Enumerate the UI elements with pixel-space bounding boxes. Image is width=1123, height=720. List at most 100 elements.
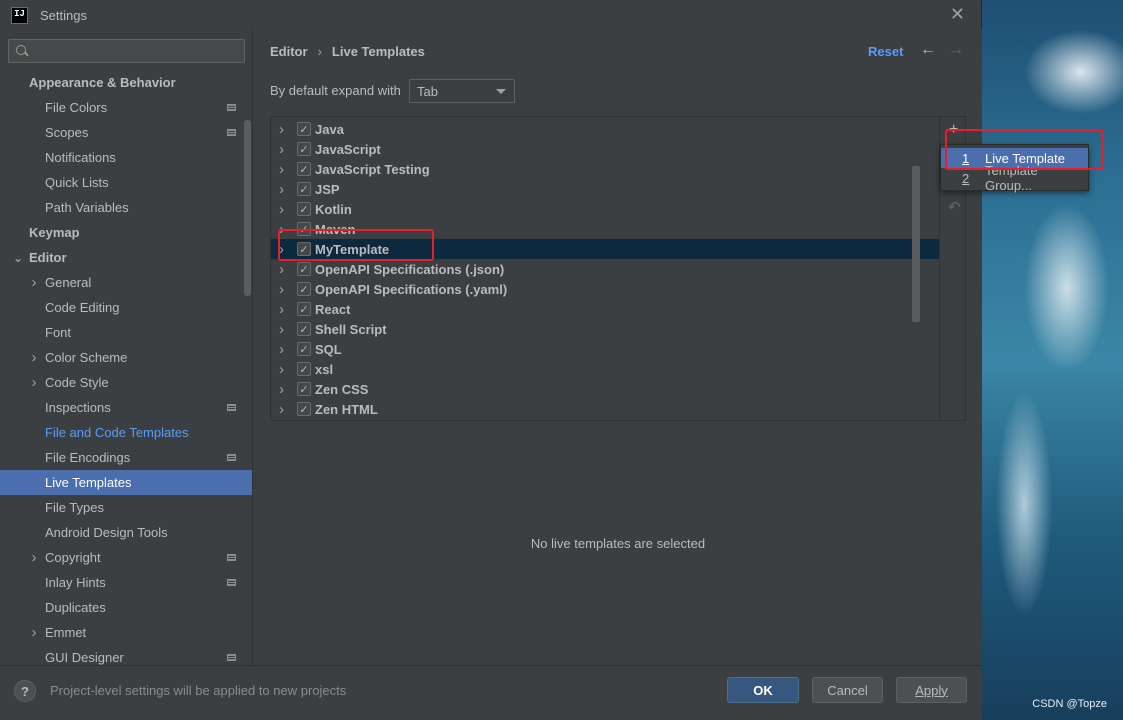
- sidebar-item-label: Scopes: [45, 125, 89, 140]
- chevron-right-icon[interactable]: ›: [279, 321, 284, 338]
- sidebar-item-label: Inspections: [45, 400, 111, 415]
- reset-link[interactable]: Reset: [868, 44, 903, 59]
- template-group-row[interactable]: › ✓ OpenAPI Specifications (.yaml): [271, 279, 939, 299]
- group-enabled-checkbox[interactable]: ✓: [297, 382, 311, 396]
- sidebar-item-label: Color Scheme: [45, 350, 128, 365]
- sidebar-item-file-and-code-templates[interactable]: File and Code Templates: [0, 420, 252, 445]
- template-group-row[interactable]: › ✓ Kotlin: [271, 199, 939, 219]
- chevron-right-icon[interactable]: ›: [279, 161, 284, 178]
- sidebar-item-gui-designer[interactable]: GUI Designer: [0, 645, 252, 665]
- chevron-right-icon[interactable]: ›: [279, 401, 284, 418]
- sidebar-item-file-types[interactable]: File Types: [0, 495, 252, 520]
- template-group-name: JSP: [315, 181, 340, 197]
- sidebar-item-file-colors[interactable]: File Colors: [0, 95, 252, 120]
- sidebar-item-editor[interactable]: ⌄ Editor: [0, 245, 252, 270]
- sidebar-item-notifications[interactable]: Notifications: [0, 145, 252, 170]
- group-enabled-checkbox[interactable]: ✓: [297, 262, 311, 276]
- sidebar-item-duplicates[interactable]: Duplicates: [0, 595, 252, 620]
- restore-defaults-icon[interactable]: ↶: [948, 198, 961, 216]
- group-enabled-checkbox[interactable]: ✓: [297, 402, 311, 416]
- template-group-row[interactable]: › ✓ Shell Script: [271, 319, 939, 339]
- sidebar-item-appearance-behavior[interactable]: Appearance & Behavior: [0, 70, 252, 95]
- sidebar-item-label: Android Design Tools: [45, 525, 168, 540]
- sidebar-item-inspections[interactable]: Inspections: [0, 395, 252, 420]
- sidebar-item-general[interactable]: › General: [0, 270, 252, 295]
- apply-button[interactable]: Apply: [896, 677, 967, 703]
- back-arrow-icon[interactable]: ←: [920, 41, 936, 59]
- chevron-right-icon[interactable]: ›: [28, 274, 40, 291]
- sidebar-item-color-scheme[interactable]: › Color Scheme: [0, 345, 252, 370]
- chevron-right-icon[interactable]: ›: [279, 181, 284, 198]
- template-group-name: React: [315, 301, 351, 317]
- chevron-right-icon[interactable]: ›: [28, 624, 40, 641]
- group-enabled-checkbox[interactable]: ✓: [297, 122, 311, 136]
- search-input[interactable]: [33, 43, 233, 59]
- group-enabled-checkbox[interactable]: ✓: [297, 202, 311, 216]
- chevron-right-icon[interactable]: ›: [28, 374, 40, 391]
- breadcrumb-parent[interactable]: Editor: [270, 44, 308, 59]
- sidebar-item-live-templates[interactable]: Live Templates: [0, 470, 252, 495]
- template-group-name: SQL: [315, 341, 342, 357]
- sidebar-item-file-encodings[interactable]: File Encodings: [0, 445, 252, 470]
- template-group-row[interactable]: › ✓ JSP: [271, 179, 939, 199]
- chevron-right-icon[interactable]: ›: [28, 549, 40, 566]
- group-enabled-checkbox[interactable]: ✓: [297, 342, 311, 356]
- sidebar-item-emmet[interactable]: › Emmet: [0, 620, 252, 645]
- chevron-right-icon[interactable]: ›: [279, 341, 284, 358]
- chevron-right-icon[interactable]: ›: [279, 261, 284, 278]
- settings-search[interactable]: [8, 39, 245, 63]
- chevron-right-icon[interactable]: ›: [279, 381, 284, 398]
- help-icon[interactable]: ?: [14, 680, 36, 702]
- close-icon[interactable]: ✕: [950, 4, 965, 25]
- cancel-button[interactable]: Cancel: [812, 677, 883, 703]
- template-group-row[interactable]: › ✓ Zen HTML: [271, 399, 939, 419]
- sidebar-item-code-editing[interactable]: Code Editing: [0, 295, 252, 320]
- group-enabled-checkbox[interactable]: ✓: [297, 142, 311, 156]
- project-settings-hint: Project-level settings will be applied t…: [50, 683, 347, 698]
- chevron-right-icon[interactable]: ›: [279, 281, 284, 298]
- template-group-row[interactable]: › ✓ SQL: [271, 339, 939, 359]
- intellij-app-icon: IJ: [11, 6, 28, 24]
- search-icon: [15, 44, 29, 58]
- template-group-row[interactable]: › ✓ React: [271, 299, 939, 319]
- settings-tree: Appearance & Behavior File Colors Scopes No…: [0, 70, 252, 665]
- template-group-row[interactable]: › ✓ OpenAPI Specifications (.json): [271, 259, 939, 279]
- chevron-right-icon[interactable]: ›: [28, 349, 40, 366]
- group-enabled-checkbox[interactable]: ✓: [297, 162, 311, 176]
- expand-with-value: Tab: [417, 83, 438, 99]
- popup-item-template-group[interactable]: 2 Template Group...: [941, 163, 1088, 193]
- ok-button[interactable]: OK: [727, 677, 799, 703]
- expand-with-select[interactable]: Tab: [409, 79, 515, 103]
- template-group-row[interactable]: › ✓ JavaScript: [271, 139, 939, 159]
- chevron-right-icon[interactable]: ›: [279, 141, 284, 158]
- sidebar-item-android-design-tools[interactable]: Android Design Tools: [0, 520, 252, 545]
- group-enabled-checkbox[interactable]: ✓: [297, 362, 311, 376]
- chevron-right-icon[interactable]: ›: [279, 361, 284, 378]
- project-scope-icon: [227, 579, 236, 586]
- sidebar-item-copyright[interactable]: › Copyright: [0, 545, 252, 570]
- template-group-row[interactable]: › ✓ xsl: [271, 359, 939, 379]
- sidebar-item-code-style[interactable]: › Code Style: [0, 370, 252, 395]
- chevron-right-icon[interactable]: ›: [279, 121, 284, 138]
- chevron-right-icon[interactable]: ›: [279, 301, 284, 318]
- template-group-row[interactable]: › ✓ JavaScript Testing: [271, 159, 939, 179]
- group-enabled-checkbox[interactable]: ✓: [297, 302, 311, 316]
- sidebar-item-label: General: [45, 275, 92, 290]
- list-scrollbar[interactable]: [912, 166, 920, 322]
- sidebar-scrollbar[interactable]: [244, 120, 251, 296]
- breadcrumb: Editor › Live Templates: [270, 44, 425, 59]
- group-enabled-checkbox[interactable]: ✓: [297, 322, 311, 336]
- chevron-down-icon[interactable]: ⌄: [12, 251, 24, 265]
- group-enabled-checkbox[interactable]: ✓: [297, 282, 311, 296]
- sidebar-item-font[interactable]: Font: [0, 320, 252, 345]
- sidebar-item-quick-lists[interactable]: Quick Lists: [0, 170, 252, 195]
- sidebar-item-path-variables[interactable]: Path Variables: [0, 195, 252, 220]
- chevron-right-icon[interactable]: ›: [279, 201, 284, 218]
- sidebar-item-keymap[interactable]: Keymap: [0, 220, 252, 245]
- sidebar-item-scopes[interactable]: Scopes: [0, 120, 252, 145]
- sidebar-item-inlay-hints[interactable]: Inlay Hints: [0, 570, 252, 595]
- template-group-row[interactable]: › ✓ Java: [271, 119, 939, 139]
- template-group-row[interactable]: › ✓ Zen CSS: [271, 379, 939, 399]
- forward-arrow-icon[interactable]: →: [948, 41, 964, 59]
- group-enabled-checkbox[interactable]: ✓: [297, 182, 311, 196]
